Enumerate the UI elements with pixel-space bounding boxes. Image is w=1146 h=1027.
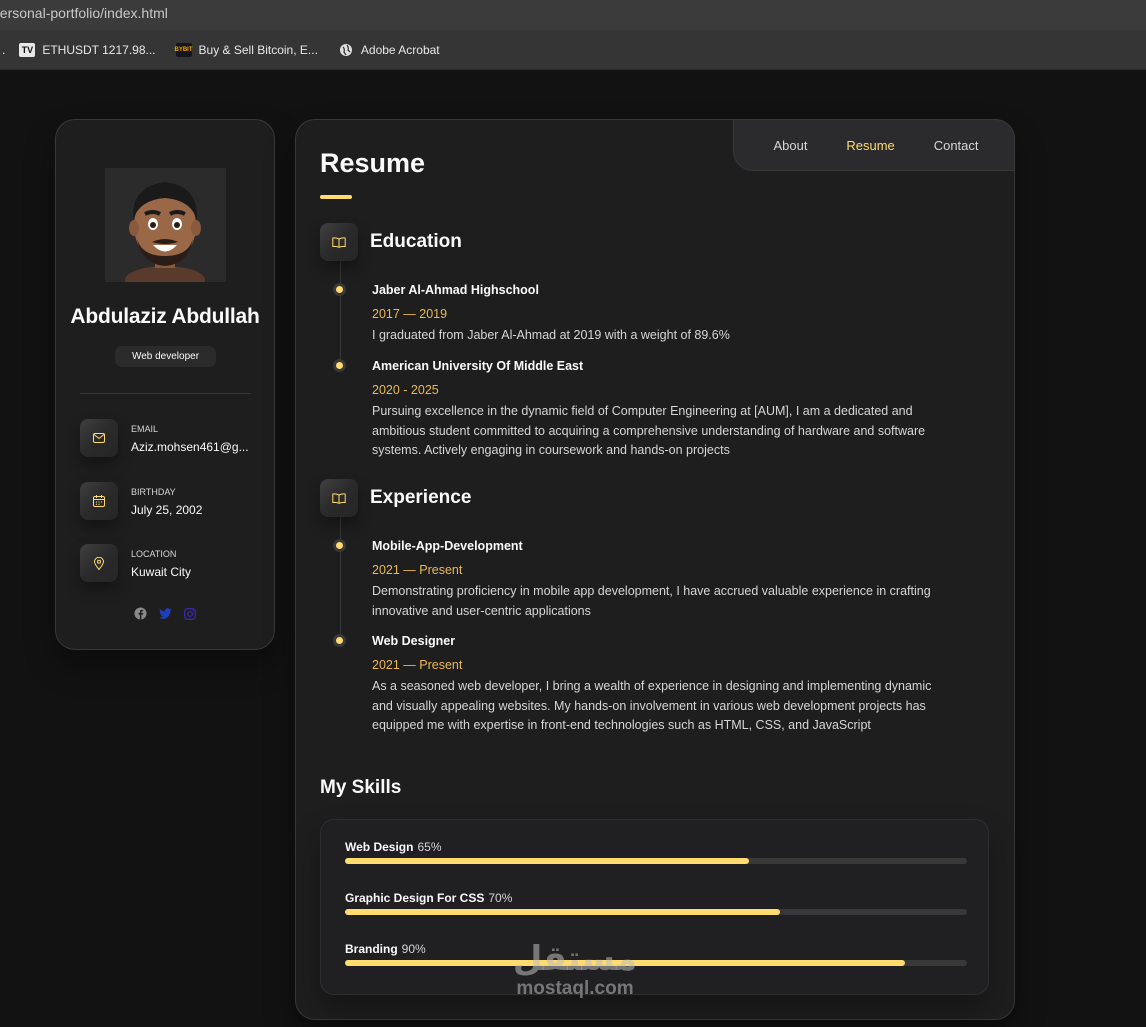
bybit-icon: BYBIT — [175, 42, 193, 57]
skill-name: Web Design — [345, 840, 414, 854]
avatar — [105, 168, 226, 294]
skill-progress-track — [345, 858, 967, 864]
skill-progress-track — [345, 909, 967, 915]
timeline-item-date: 2020 - 2025 — [372, 383, 439, 397]
facebook-icon[interactable] — [134, 607, 147, 620]
instagram-icon[interactable] — [184, 607, 197, 620]
skill-item: Web Design 65% — [345, 840, 967, 864]
tradingview-icon: TV — [19, 42, 36, 57]
mail-icon — [80, 419, 118, 457]
skill-label: Branding 90% — [345, 942, 967, 956]
skill-percent: 90% — [401, 942, 426, 956]
timeline-item-date: 2021 — Present — [372, 658, 463, 672]
contact-label: BIRTHDAY — [131, 487, 176, 497]
timeline-dot — [336, 286, 343, 293]
skills-title: My Skills — [320, 777, 402, 798]
globe-icon — [338, 43, 354, 57]
skill-item: Branding 90% — [345, 942, 967, 966]
bookmark-label: Adobe Acrobat — [360, 42, 440, 57]
timeline-dot — [336, 637, 343, 644]
skill-percent: 65% — [417, 840, 442, 854]
bookmark-label: ETHUSDT 1217.98... — [42, 42, 156, 57]
timeline-item-text: As a seasoned web developer, I bring a w… — [372, 679, 932, 732]
profile-title-badge: Web developer — [115, 346, 216, 367]
contact-label: EMAIL — [131, 424, 159, 434]
bookmark-adobe-acrobat[interactable]: Adobe Acrobat — [338, 43, 440, 57]
timeline-item-text: I graduated from Jaber Al-Ahmad at 2019 … — [372, 328, 730, 342]
watermark-arabic: مستقل — [512, 939, 638, 979]
bookmarks-bar: . TV ETHUSDT 1217.98... BYBIT Buy & Sell… — [0, 30, 1146, 70]
bookmark-ethusdt[interactable]: TV ETHUSDT 1217.98... — [19, 42, 156, 57]
url-text: personal-portfolio/index.html — [0, 5, 168, 21]
skill-progress-fill — [345, 909, 781, 915]
title-underline — [320, 195, 352, 199]
timeline-item-title: Web Designer — [372, 634, 456, 648]
profile-name: Abdulaziz Abdullah — [70, 305, 260, 328]
social-links — [56, 607, 274, 620]
skill-name: Branding — [345, 942, 398, 956]
timeline-item-text: Demonstrating proficiency in mobile app … — [372, 584, 931, 618]
nav-contact[interactable]: Contact — [934, 138, 979, 153]
email-link[interactable]: Aziz.mohsen461@g... — [131, 440, 249, 454]
watermark: مستقل mostaql.com — [500, 940, 650, 1000]
skill-label: Graphic Design For CSS 70% — [345, 891, 967, 905]
timeline-dot — [336, 362, 343, 369]
skill-name: Graphic Design For CSS — [345, 891, 485, 905]
contact-email: EMAIL Aziz.mohsen461@g... — [80, 419, 260, 459]
sidebar-separator — [80, 393, 251, 394]
experience-timeline-line — [340, 516, 341, 636]
timeline-item-date: 2017 — 2019 — [372, 307, 448, 321]
timeline-item-title: Mobile-App-Development — [372, 539, 523, 553]
location-pin-icon — [80, 544, 118, 582]
timeline-dot — [336, 542, 343, 549]
nav-resume[interactable]: Resume — [846, 138, 894, 153]
location-value: Kuwait City — [131, 565, 192, 579]
bookmark-label: Buy & Sell Bitcoin, E... — [198, 42, 318, 57]
contact-location: LOCATION Kuwait City — [80, 544, 260, 584]
watermark-latin: mostaql.com — [516, 978, 634, 999]
twitter-icon[interactable] — [158, 607, 172, 620]
experience-title: Experience — [370, 487, 472, 508]
bookmark-overflow: . — [2, 42, 6, 57]
navbar: About Resume Contact — [733, 119, 1015, 171]
timeline-item-date: 2021 — Present — [372, 563, 463, 577]
nav-about[interactable]: About — [773, 138, 807, 153]
birthday-value: July 25, 2002 — [131, 503, 203, 517]
skill-progress-fill — [345, 858, 750, 864]
education-title: Education — [370, 231, 462, 252]
calendar-icon — [80, 482, 118, 520]
main-panel: About Resume Contact Resume Education Ja… — [295, 119, 1015, 1020]
bookmark-bybit[interactable]: BYBIT Buy & Sell Bitcoin, E... — [175, 42, 318, 57]
timeline-item-title: Jaber Al-Ahmad Highschool — [372, 283, 539, 297]
skill-progress-track — [345, 960, 967, 966]
sidebar: Abdulaziz Abdullah Web developer EMAIL A… — [55, 119, 275, 650]
skill-item: Graphic Design For CSS 70% — [345, 891, 967, 915]
skill-label: Web Design 65% — [345, 840, 967, 854]
timeline-item-title: American University Of Middle East — [372, 359, 584, 373]
contact-label: LOCATION — [131, 549, 177, 559]
address-bar[interactable]: personal-portfolio/index.html — [0, 0, 1146, 30]
book-icon — [320, 223, 358, 261]
page-title: Resume — [320, 148, 426, 178]
skill-percent: 70% — [488, 891, 513, 905]
skills-list: Web Design 65% Graphic Design For CSS 70% … — [320, 819, 989, 995]
contact-birthday: BIRTHDAY July 25, 2002 — [80, 482, 260, 522]
book-icon — [320, 479, 358, 517]
timeline-item-text: Pursuing excellence in the dynamic field… — [372, 404, 926, 457]
education-timeline-line — [340, 260, 341, 370]
